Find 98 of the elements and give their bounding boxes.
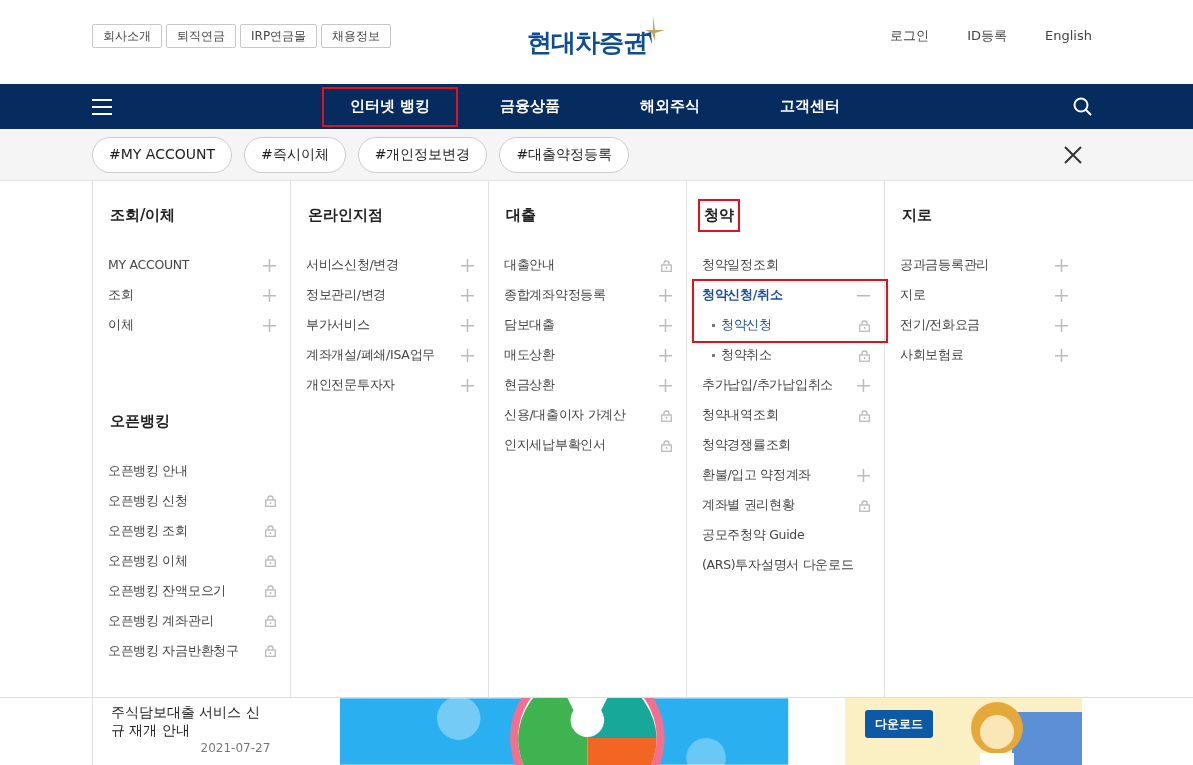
tag-button[interactable]: #MY ACCOUNT	[92, 136, 232, 173]
menu-heading: 대출	[505, 205, 537, 226]
plus-icon[interactable]	[1055, 349, 1068, 362]
plus-icon[interactable]	[659, 379, 672, 392]
util-link[interactable]: 로그인	[890, 26, 930, 46]
menu-item[interactable]: 오픈뱅킹 안내	[108, 456, 276, 486]
bullet-icon	[712, 324, 715, 328]
lock-icon	[265, 615, 276, 627]
top-link-button[interactable]: 회사소개	[92, 24, 162, 48]
nav-tab[interactable]: 인터넷 뱅킹	[322, 86, 458, 127]
notice-title[interactable]: 주식담보대출 서비스 신규 재개 안내	[111, 704, 271, 740]
menu-item[interactable]: 정보관리/변경	[306, 280, 474, 311]
menu-item[interactable]: 오픈뱅킹 계좌관리	[108, 606, 276, 636]
menu-item[interactable]: (ARS)투자설명서 다운로드	[702, 550, 870, 581]
menu-item[interactable]: 오픈뱅킹 신청	[108, 486, 276, 516]
top-link-button[interactable]: 채용정보	[321, 24, 392, 48]
menu-item[interactable]: 이체	[108, 310, 276, 341]
download-button[interactable]: 다운로드	[864, 710, 933, 738]
menu-item[interactable]: 공과금등록관리	[900, 250, 1068, 281]
lock-icon	[859, 319, 870, 332]
menu-item[interactable]: 담보대출	[504, 310, 672, 341]
top-link-button[interactable]: 퇴직연금	[166, 24, 236, 48]
plus-icon[interactable]	[263, 259, 276, 272]
menu-item[interactable]: 지로	[900, 280, 1068, 311]
menu-item[interactable]: 종합계좌약정등록	[504, 280, 672, 311]
menu-item[interactable]: 청약취소	[702, 340, 870, 371]
menu-item[interactable]: 사회보험료	[900, 340, 1068, 371]
menu-item[interactable]: 대출안내	[504, 250, 672, 281]
menu-item[interactable]: 현금상환	[504, 370, 672, 401]
plus-icon[interactable]	[461, 319, 474, 332]
menu-item[interactable]: 공모주청약 Guide	[702, 520, 870, 551]
menu-heading: 온라인지점	[307, 205, 384, 226]
plus-icon[interactable]	[857, 379, 870, 392]
menu-item[interactable]: 전기/전화요금	[900, 310, 1068, 341]
menu-heading: 오픈뱅킹	[109, 410, 171, 432]
menu-item[interactable]: 계좌별 권리현황	[702, 490, 870, 521]
menu-item[interactable]: 인지세납부확인서	[504, 430, 672, 461]
tag-button[interactable]: #개인정보변경	[357, 136, 488, 173]
lock-icon	[265, 555, 276, 567]
menu-item[interactable]: 서비스신청/변경	[306, 250, 474, 281]
menu-item[interactable]: 청약일정조회	[702, 250, 870, 281]
lock-icon	[859, 349, 870, 362]
plus-icon[interactable]	[1055, 289, 1068, 302]
menu-heading: 지로	[901, 205, 933, 226]
lock-icon	[265, 495, 276, 507]
menu-item[interactable]: 조회	[108, 280, 276, 311]
close-icon[interactable]	[1064, 145, 1082, 164]
menu-item[interactable]: 청약신청/취소	[702, 280, 870, 311]
plus-icon[interactable]	[461, 259, 474, 272]
lock-icon	[661, 259, 672, 272]
menu-item[interactable]: 개인전문투자자	[306, 370, 474, 401]
plus-icon[interactable]	[1055, 319, 1068, 332]
nav-tab[interactable]: 고객센터	[742, 86, 878, 127]
notice-date: 2021-07-27	[199, 740, 271, 758]
top-link-button[interactable]: IRP연금몰	[240, 24, 318, 48]
menu-item[interactable]: 매도상환	[504, 340, 672, 371]
plus-icon[interactable]	[659, 289, 672, 302]
util-link[interactable]: English	[1045, 26, 1092, 46]
menu-item[interactable]: 환불/입고 약정계좌	[702, 460, 870, 491]
tag-button[interactable]: #대출약정등록	[499, 136, 630, 173]
menu-item[interactable]: 청약내역조회	[702, 400, 870, 431]
menu-item[interactable]: 오픈뱅킹 자금반환청구	[108, 636, 276, 666]
tag-button[interactable]: #즉시이체	[244, 136, 346, 173]
menu-item[interactable]: 오픈뱅킹 이체	[108, 546, 276, 576]
logo-text[interactable]: 현대차증권	[527, 24, 647, 62]
plus-icon[interactable]	[659, 349, 672, 362]
nav-tab[interactable]: 금융상품	[462, 86, 598, 127]
menu-item[interactable]: 신용/대출이자 가계산	[504, 400, 672, 431]
menu-heading: 청약	[698, 199, 740, 232]
plus-icon[interactable]	[659, 319, 672, 332]
nav-tab[interactable]: 해외주식	[602, 86, 738, 127]
lock-icon	[859, 499, 870, 512]
bullet-icon	[712, 354, 715, 358]
menu-item[interactable]: 추가납입/추가납입취소	[702, 370, 870, 401]
plus-icon[interactable]	[263, 319, 276, 332]
menu-item[interactable]: 오픈뱅킹 조회	[108, 516, 276, 546]
lock-icon	[265, 525, 276, 537]
plus-icon[interactable]	[461, 379, 474, 392]
lock-icon	[265, 585, 276, 597]
menu-item[interactable]: MY ACCOUNT	[108, 250, 276, 281]
menu-item[interactable]: 부가서비스	[306, 310, 474, 341]
util-link[interactable]: ID등록	[967, 26, 1008, 46]
lock-icon	[859, 409, 870, 422]
plus-icon[interactable]	[461, 349, 474, 362]
menu-icon[interactable]	[92, 98, 112, 115]
lock-icon	[265, 645, 276, 657]
menu-heading: 조회/이체	[109, 205, 177, 226]
lock-icon	[661, 409, 672, 422]
plus-icon[interactable]	[1055, 259, 1068, 272]
lock-icon	[661, 439, 672, 452]
menu-item[interactable]: 청약경쟁률조회	[702, 430, 870, 461]
menu-item[interactable]: 오픈뱅킹 잔액모으기	[108, 576, 276, 606]
plus-icon[interactable]	[263, 289, 276, 302]
plus-icon[interactable]	[857, 469, 870, 482]
menu-item[interactable]: 청약신청	[702, 310, 870, 341]
menu-item[interactable]: 계좌개설/폐쇄/ISA업무	[306, 340, 474, 371]
search-icon[interactable]	[1073, 97, 1092, 116]
plus-icon[interactable]	[461, 289, 474, 302]
